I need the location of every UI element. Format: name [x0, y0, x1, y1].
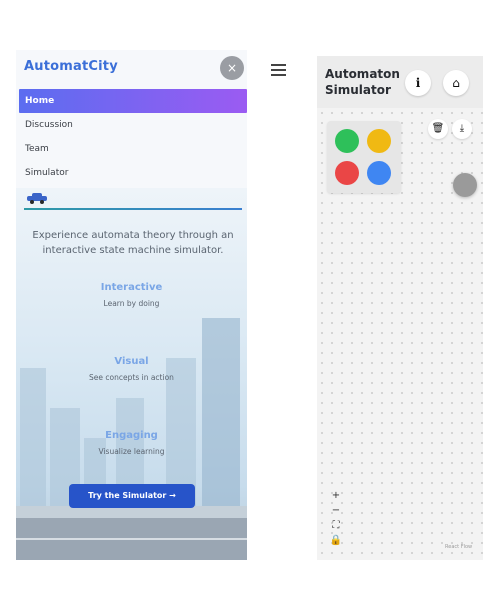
feature-title: Interactive — [100, 282, 163, 293]
nav-item-team[interactable]: Team — [19, 137, 247, 161]
feature-subtitle: See concepts in action — [89, 373, 174, 382]
feature-interactive: Interactive Learn by doing — [16, 282, 247, 308]
app-frame: AutomatCity × Home Discussion Team Simul… — [0, 0, 500, 610]
drawer-header: AutomatCity × — [16, 50, 247, 86]
yellow-node-swatch[interactable] — [367, 129, 391, 153]
download-icon: ⤓ — [459, 123, 465, 134]
zoom-controls: + − ⛶ 🔒 — [329, 488, 343, 548]
city-illustration — [16, 298, 247, 560]
nav-item-discussion[interactable]: Discussion — [19, 113, 247, 137]
close-drawer-button[interactable]: × — [220, 56, 244, 80]
simulator-title: Automaton Simulator — [325, 67, 400, 97]
red-node-swatch[interactable] — [335, 161, 359, 185]
green-node-swatch[interactable] — [335, 129, 359, 153]
state-node[interactable] — [453, 173, 477, 197]
simulator-panel: Automaton Simulator i ⌂ 🗑 ⤓ + − ⛶ 🔒 Reac… — [317, 56, 483, 560]
hero-divider — [24, 208, 242, 210]
drawer-nav: Home Discussion Team Simulator — [19, 89, 247, 185]
fit-view-button[interactable]: ⛶ — [329, 518, 343, 533]
home-button[interactable]: ⌂ — [443, 70, 469, 96]
download-button[interactable]: ⤓ — [452, 119, 472, 139]
feature-visual: Visual See concepts in action — [16, 356, 247, 382]
lock-button[interactable]: 🔒 — [329, 533, 343, 548]
node-palette — [327, 121, 401, 193]
hamburger-menu-icon[interactable] — [271, 64, 286, 76]
building — [202, 318, 240, 518]
delete-button[interactable]: 🗑 — [428, 119, 448, 139]
road-stripe — [16, 538, 247, 540]
feature-title: Engaging — [105, 430, 158, 441]
brand-logo[interactable]: AutomatCity — [24, 59, 118, 74]
hero-tagline: Experience automata theory through an in… — [32, 230, 234, 256]
feature-subtitle: Visualize learning — [98, 447, 165, 456]
zoom-out-button[interactable]: − — [329, 503, 343, 518]
try-simulator-button[interactable]: Try the Simulator → — [69, 484, 195, 508]
feature-title: Visual — [114, 356, 149, 367]
nav-drawer: AutomatCity × Home Discussion Team Simul… — [16, 50, 247, 560]
info-button[interactable]: i — [405, 70, 431, 96]
zoom-in-button[interactable]: + — [329, 488, 343, 503]
feature-engaging: Engaging Visualize learning — [16, 430, 247, 456]
trash-icon: 🗑 — [431, 123, 445, 134]
simulator-header: Automaton Simulator i ⌂ — [317, 56, 483, 108]
react-flow-attribution[interactable]: React Flow — [445, 544, 472, 550]
nav-item-simulator[interactable]: Simulator — [19, 161, 247, 185]
car-icon — [27, 193, 47, 204]
blue-node-swatch[interactable] — [367, 161, 391, 185]
feature-subtitle: Learn by doing — [103, 299, 160, 308]
nav-item-home[interactable]: Home — [19, 89, 247, 113]
